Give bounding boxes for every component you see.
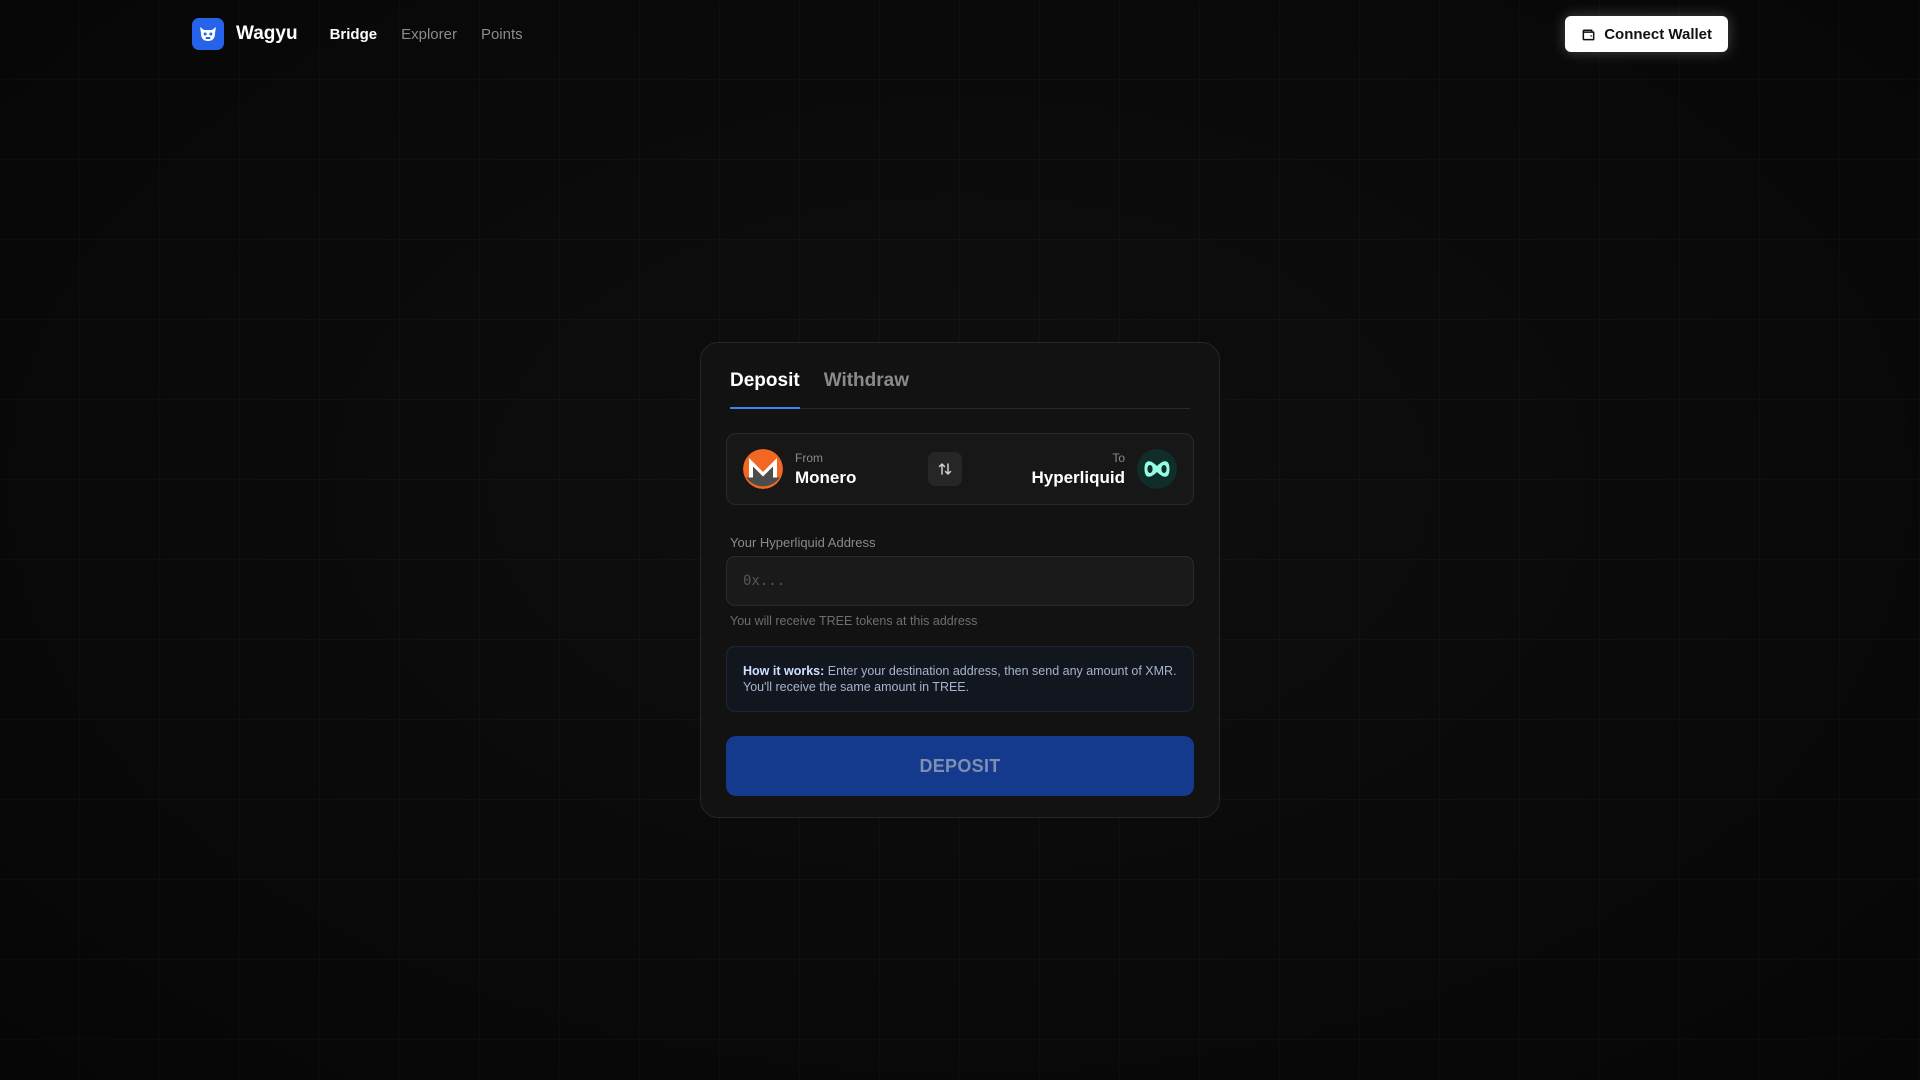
nav-points[interactable]: Points (481, 26, 523, 43)
wallet-icon (1581, 27, 1596, 42)
from-chain-text: From Monero (795, 451, 856, 488)
monero-icon (743, 449, 783, 489)
top-bar: Wagyu Bridge Explorer Points Connect Wal… (192, 16, 1728, 52)
address-input[interactable] (726, 556, 1194, 606)
swap-arrows-icon (938, 463, 952, 475)
how-it-works-box: How it works: Enter your destination add… (726, 646, 1194, 712)
tab-withdraw[interactable]: Withdraw (824, 343, 909, 408)
to-caption: To (1112, 450, 1125, 465)
nav-bridge[interactable]: Bridge (330, 26, 378, 43)
wagyu-logo-icon (192, 18, 224, 50)
address-helper-text: You will receive TREE tokens at this add… (730, 614, 978, 628)
from-chain-name: Monero (795, 467, 857, 487)
main-nav: Bridge Explorer Points (330, 26, 547, 43)
address-label: Your Hyperliquid Address (730, 535, 876, 550)
connect-wallet-button[interactable]: Connect Wallet (1565, 16, 1728, 52)
bridge-tabs: Deposit Withdraw (730, 343, 1190, 409)
from-chain[interactable]: From Monero (743, 449, 856, 489)
bridge-card: Deposit Withdraw From Monero To Hyperliq… (700, 342, 1220, 818)
info-title: How it works: (743, 664, 825, 678)
from-caption: From (795, 450, 823, 465)
tab-deposit[interactable]: Deposit (730, 343, 800, 409)
to-chain-name: Hyperliquid (1031, 467, 1125, 487)
deposit-button[interactable]: DEPOSIT (726, 736, 1194, 796)
route-selector: From Monero To Hyperliquid (726, 433, 1194, 505)
connect-wallet-label: Connect Wallet (1604, 25, 1712, 43)
hyperliquid-icon (1137, 449, 1177, 489)
to-chain-text: To Hyperliquid (1031, 451, 1125, 488)
bridge-page: Wagyu Bridge Explorer Points Connect Wal… (0, 0, 1920, 1080)
swap-direction-button[interactable] (928, 452, 962, 486)
nav-explorer[interactable]: Explorer (401, 26, 457, 43)
to-chain[interactable]: To Hyperliquid (1031, 449, 1177, 489)
app-name: Wagyu (236, 23, 298, 44)
logo-link[interactable]: Wagyu (192, 18, 298, 50)
